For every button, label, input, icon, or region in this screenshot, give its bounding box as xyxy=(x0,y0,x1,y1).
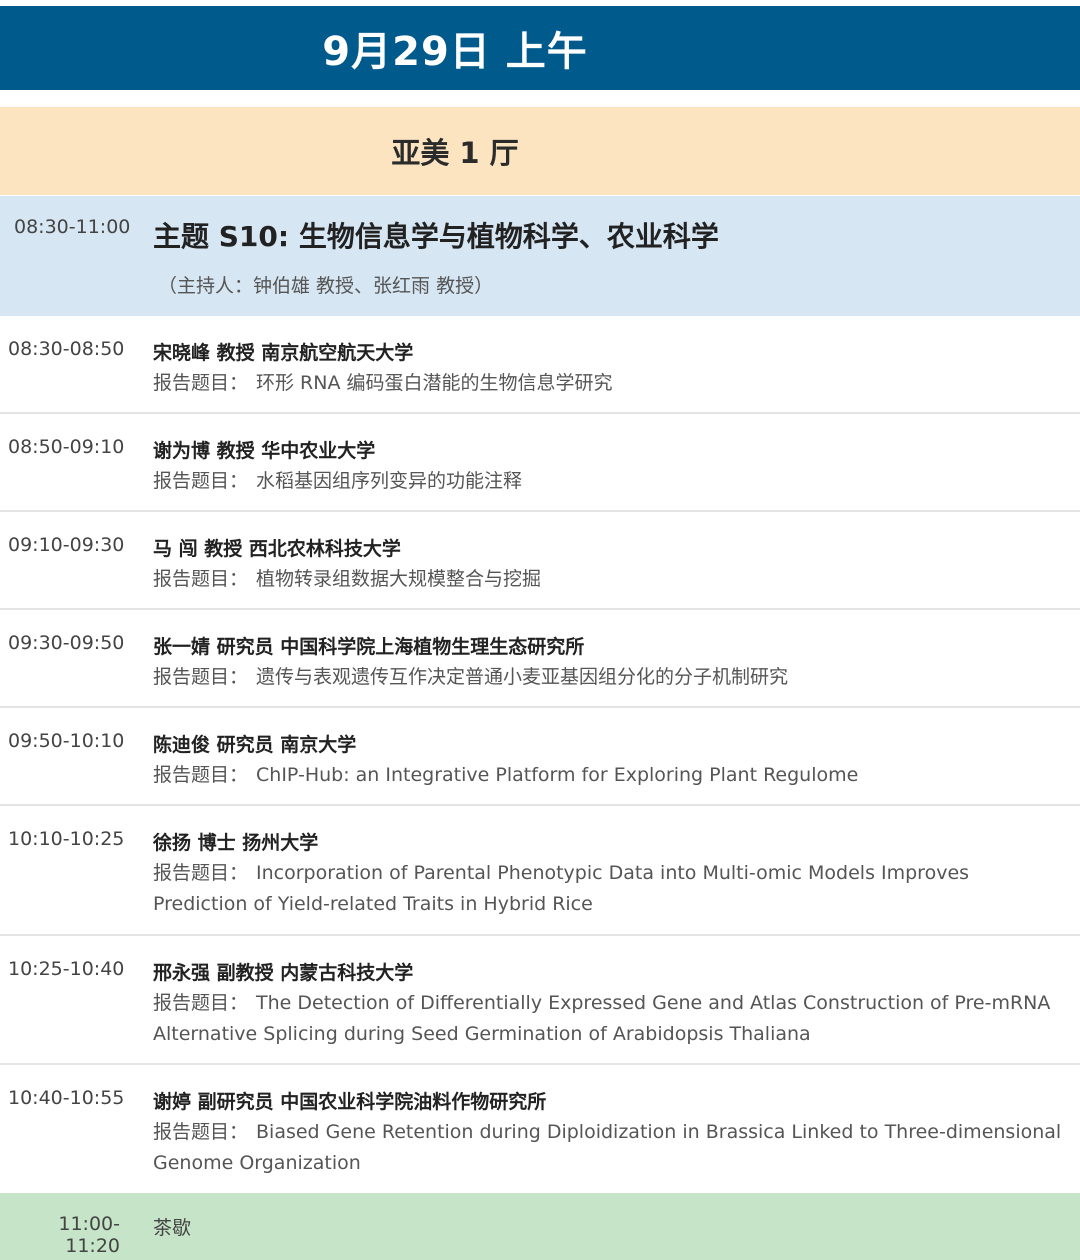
talk-time: 10:10-10:25 xyxy=(8,828,125,850)
talk-row: 09:50-10:10 陈迪俊 研究员 南京大学 报告题目： ChIP-Hub: … xyxy=(0,708,1080,806)
talk-speaker: 邢永强 副教授 内蒙古科技大学 xyxy=(153,962,414,984)
session-title: 主题 S10: 生物信息学与植物科学、农业科学 xyxy=(153,220,719,253)
talk-title: The Detection of Differentially Expresse… xyxy=(153,992,1051,1045)
talk-speaker: 谢为博 教授 华中农业大学 xyxy=(153,440,376,462)
talk-row: 08:30-08:50 宋晓峰 教授 南京航空航天大学 报告题目： 环形 RNA … xyxy=(0,316,1080,414)
talk-speaker: 马 闯 教授 西北农林科技大学 xyxy=(153,538,401,560)
talk-time: 10:25-10:40 xyxy=(8,958,125,980)
talk-prefix: 报告题目： xyxy=(153,666,249,688)
hall-header: 亚美 1 厅 xyxy=(0,107,1080,195)
talk-title-line: 报告题目： The Detection of Differentially Exp… xyxy=(153,988,1068,1050)
break-time: 11:00-11:20 xyxy=(58,1213,120,1257)
talk-list: 08:30-08:50 宋晓峰 教授 南京航空航天大学 报告题目： 环形 RNA … xyxy=(0,316,1080,1194)
hall-title: 亚美 1 厅 xyxy=(391,136,519,170)
talk-row: 10:10-10:25 徐扬 博士 扬州大学 报告题目： Incorporatio… xyxy=(0,806,1080,936)
session-block: 08:30-11:00 主题 S10: 生物信息学与植物科学、农业科学 （主持人… xyxy=(0,196,1080,316)
talk-title: 环形 RNA 编码蛋白潜能的生物信息学研究 xyxy=(256,372,613,394)
session-host: （主持人：钟伯雄 教授、张红雨 教授） xyxy=(158,275,494,297)
talk-time: 10:40-10:55 xyxy=(8,1087,125,1109)
talk-title-line: 报告题目： 遗传与表观遗传互作决定普通小麦亚基因组分化的分子机制研究 xyxy=(153,662,1068,693)
schedule-page: 9月29日 上午 亚美 1 厅 08:30-11:00 主题 S10: 生物信息… xyxy=(0,0,1080,1260)
talk-prefix: 报告题目： xyxy=(153,862,249,884)
talk-row: 08:50-09:10 谢为博 教授 华中农业大学 报告题目： 水稻基因组序列变异… xyxy=(0,414,1080,512)
talk-title-line: 报告题目： Incorporation of Parental Phenotypi… xyxy=(153,858,1068,920)
talk-time: 09:10-09:30 xyxy=(8,534,125,556)
talk-title-line: 报告题目： 环形 RNA 编码蛋白潜能的生物信息学研究 xyxy=(153,368,1068,399)
talk-title-line: 报告题目： 水稻基因组序列变异的功能注释 xyxy=(153,466,1068,497)
date-header: 9月29日 上午 xyxy=(0,6,1080,90)
talk-title: ChIP-Hub: an Integrative Platform for Ex… xyxy=(256,764,859,786)
session-time: 08:30-11:00 xyxy=(14,216,131,238)
talk-time: 08:50-09:10 xyxy=(8,436,125,458)
talk-title: 植物转录组数据大规模整合与挖掘 xyxy=(256,568,542,590)
talk-prefix: 报告题目： xyxy=(153,764,249,786)
talk-prefix: 报告题目： xyxy=(153,372,249,394)
talk-prefix: 报告题目： xyxy=(153,992,249,1014)
break-label: 茶歇 xyxy=(153,1217,192,1239)
talk-title: Incorporation of Parental Phenotypic Dat… xyxy=(153,862,970,915)
talk-speaker: 张一婧 研究员 中国科学院上海植物生理生态研究所 xyxy=(153,636,585,658)
talk-title-line: 报告题目： Biased Gene Retention during Diploi… xyxy=(153,1117,1068,1179)
talk-speaker: 宋晓峰 教授 南京航空航天大学 xyxy=(153,342,414,364)
talk-title-line: 报告题目： 植物转录组数据大规模整合与挖掘 xyxy=(153,564,1068,595)
talk-row: 09:10-09:30 马 闯 教授 西北农林科技大学 报告题目： 植物转录组数据… xyxy=(0,512,1080,610)
talk-speaker: 陈迪俊 研究员 南京大学 xyxy=(153,734,357,756)
talk-title: 水稻基因组序列变异的功能注释 xyxy=(256,470,523,492)
talk-time: 08:30-08:50 xyxy=(8,338,125,360)
talk-title: Biased Gene Retention during Diploidizat… xyxy=(153,1121,1062,1174)
talk-row: 10:25-10:40 邢永强 副教授 内蒙古科技大学 报告题目： The Det… xyxy=(0,936,1080,1065)
talk-title-line: 报告题目： ChIP-Hub: an Integrative Platform f… xyxy=(153,760,1068,791)
talk-speaker: 徐扬 博士 扬州大学 xyxy=(153,832,319,854)
talk-speaker: 谢婷 副研究员 中国农业科学院油料作物研究所 xyxy=(153,1091,547,1113)
date-title: 9月29日 上午 xyxy=(322,29,588,75)
talk-prefix: 报告题目： xyxy=(153,568,249,590)
talk-title: 遗传与表观遗传互作决定普通小麦亚基因组分化的分子机制研究 xyxy=(256,666,789,688)
tea-break-row: 11:00-11:20 茶歇 xyxy=(0,1193,1080,1260)
talk-prefix: 报告题目： xyxy=(153,470,249,492)
talk-row: 09:30-09:50 张一婧 研究员 中国科学院上海植物生理生态研究所 报告题… xyxy=(0,610,1080,708)
talk-row: 10:40-10:55 谢婷 副研究员 中国农业科学院油料作物研究所 报告题目：… xyxy=(0,1065,1080,1194)
talk-time: 09:30-09:50 xyxy=(8,632,125,654)
talk-prefix: 报告题目： xyxy=(153,1121,249,1143)
talk-time: 09:50-10:10 xyxy=(8,730,125,752)
